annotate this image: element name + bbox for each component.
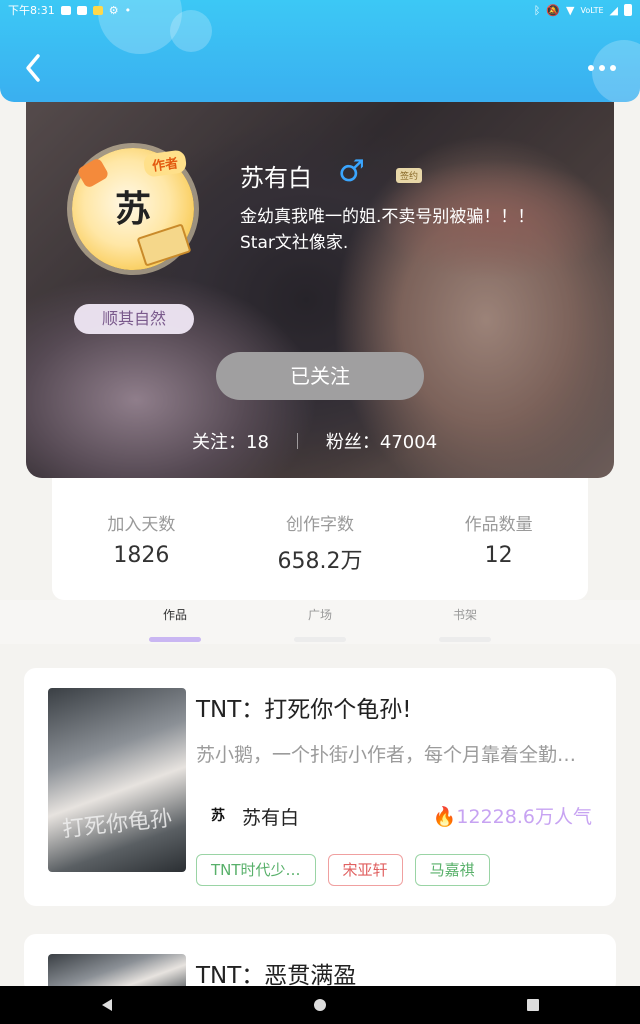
nav-back-button[interactable] xyxy=(77,986,137,1024)
book-author-name: 苏有白 xyxy=(242,806,300,829)
tag-chip[interactable]: TNT时代少… xyxy=(196,854,316,886)
stats-card: 加入天数 1826 创作字数 658.2万 作品数量 12 xyxy=(52,478,588,600)
tab-label: 书架 xyxy=(452,608,477,622)
popularity: 🔥12228.6万人气 xyxy=(433,802,592,829)
follow-counts: 关注：18 粉丝：47004 xyxy=(192,428,437,454)
author-mini-avatar: 苏 xyxy=(204,802,232,830)
stat-word-count: 创作字数 658.2万 xyxy=(231,478,410,600)
cover-title: 打死你龟孙 xyxy=(61,806,174,843)
profile-banner: 苏 作者 顺其自然 苏有白 ♂ 签约 金幼真我唯一的姐.不卖号别被骗！！！ St… xyxy=(26,100,614,478)
back-button[interactable] xyxy=(20,48,50,88)
book-title[interactable]: TNT：打死你个龟孙! xyxy=(196,690,412,724)
follow-button[interactable]: 已关注 xyxy=(216,352,424,400)
book-description: 苏小鹅，一个扑街小作者，每个月靠着全勤… xyxy=(196,744,577,766)
stat-label: 作品数量 xyxy=(464,515,533,535)
work-card[interactable]: 打死你龟孙 TNT：打死你个龟孙! 苏小鹅，一个扑街小作者，每个月靠着全勤… 苏… xyxy=(24,668,616,906)
tab-bar: 作品 广场 书架 xyxy=(0,600,640,644)
circle-home-icon xyxy=(313,999,326,1011)
stat-works-count: 作品数量 12 xyxy=(409,478,588,600)
tab-works[interactable]: 作品 xyxy=(145,606,205,642)
nav-recents-button[interactable] xyxy=(503,986,563,1024)
author-bio: 金幼真我唯一的姐.不卖号别被骗！！！ Star文社像家. xyxy=(240,204,590,256)
stat-value: 12 xyxy=(484,543,513,568)
tab-bookshelf[interactable]: 书架 xyxy=(435,606,495,642)
tag-chip[interactable]: 宋亚轩 xyxy=(327,854,403,886)
stat-label: 加入天数 xyxy=(107,515,176,535)
tab-label: 作品 xyxy=(162,608,187,622)
tab-indicator xyxy=(149,637,201,642)
more-button[interactable] xyxy=(576,60,616,76)
triangle-back-icon xyxy=(101,999,112,1011)
tab-label: 广场 xyxy=(307,608,332,622)
status-time: 下午8:31 xyxy=(8,4,55,17)
popularity-value: 12228.6万人气 xyxy=(456,806,592,828)
stat-label: 创作字数 xyxy=(286,515,354,535)
stat-join-days: 加入天数 1826 xyxy=(52,478,231,600)
mute-icon: 🔕 xyxy=(546,3,561,17)
more-dots-icon xyxy=(588,65,594,71)
stat-value: 1826 xyxy=(113,543,170,568)
tab-square[interactable]: 广场 xyxy=(290,606,350,642)
photo-icon xyxy=(60,5,71,15)
divider xyxy=(296,433,298,449)
back-arrow-icon xyxy=(26,54,40,82)
system-nav-bar xyxy=(0,986,640,1024)
square-recents-icon xyxy=(527,999,540,1011)
app-icon xyxy=(92,5,103,15)
image-icon xyxy=(76,5,87,15)
bio-line-2: Star文社像家. xyxy=(240,233,349,253)
status-bar: 下午8:31 ⚙ • ᛒ 🔕 ▼ VoLTE ◢ xyxy=(0,0,640,20)
male-icon: ♂ xyxy=(338,154,365,189)
followers-count[interactable]: 粉丝：47004 xyxy=(326,428,437,454)
work-card[interactable]: TNT：恶贯满盈 xyxy=(24,934,616,994)
tab-indicator xyxy=(439,637,491,642)
wifi-icon: ▼ xyxy=(566,3,575,17)
battery-icon xyxy=(624,4,632,16)
author-name: 苏有白 xyxy=(240,164,312,192)
tag-chip[interactable]: 马嘉祺 xyxy=(414,854,490,886)
signal-icon: ◢ xyxy=(609,3,618,17)
stat-value: 658.2万 xyxy=(277,549,363,574)
bluetooth-icon: ᛒ xyxy=(533,3,541,17)
book-tags: TNT时代少… 宋亚轩 马嘉祺 xyxy=(196,854,490,886)
settings-icon: ⚙ xyxy=(108,3,119,17)
network-label: VoLTE xyxy=(580,5,604,15)
book-title[interactable]: TNT：恶贯满盈 xyxy=(196,956,356,990)
signed-badge: 签约 xyxy=(396,168,423,183)
flame-icon: 🔥 xyxy=(432,806,457,828)
book-cover[interactable]: 打死你龟孙 xyxy=(48,688,186,872)
book-author[interactable]: 苏 苏有白 xyxy=(204,802,299,830)
bio-line-1: 金幼真我唯一的姐.不卖号别被骗！！！ xyxy=(240,207,535,227)
dot-icon: • xyxy=(124,3,132,17)
tab-indicator xyxy=(294,637,346,642)
following-count[interactable]: 关注：18 xyxy=(192,428,269,454)
motto-badge: 顺其自然 xyxy=(74,304,194,334)
nav-home-button[interactable] xyxy=(290,986,350,1024)
